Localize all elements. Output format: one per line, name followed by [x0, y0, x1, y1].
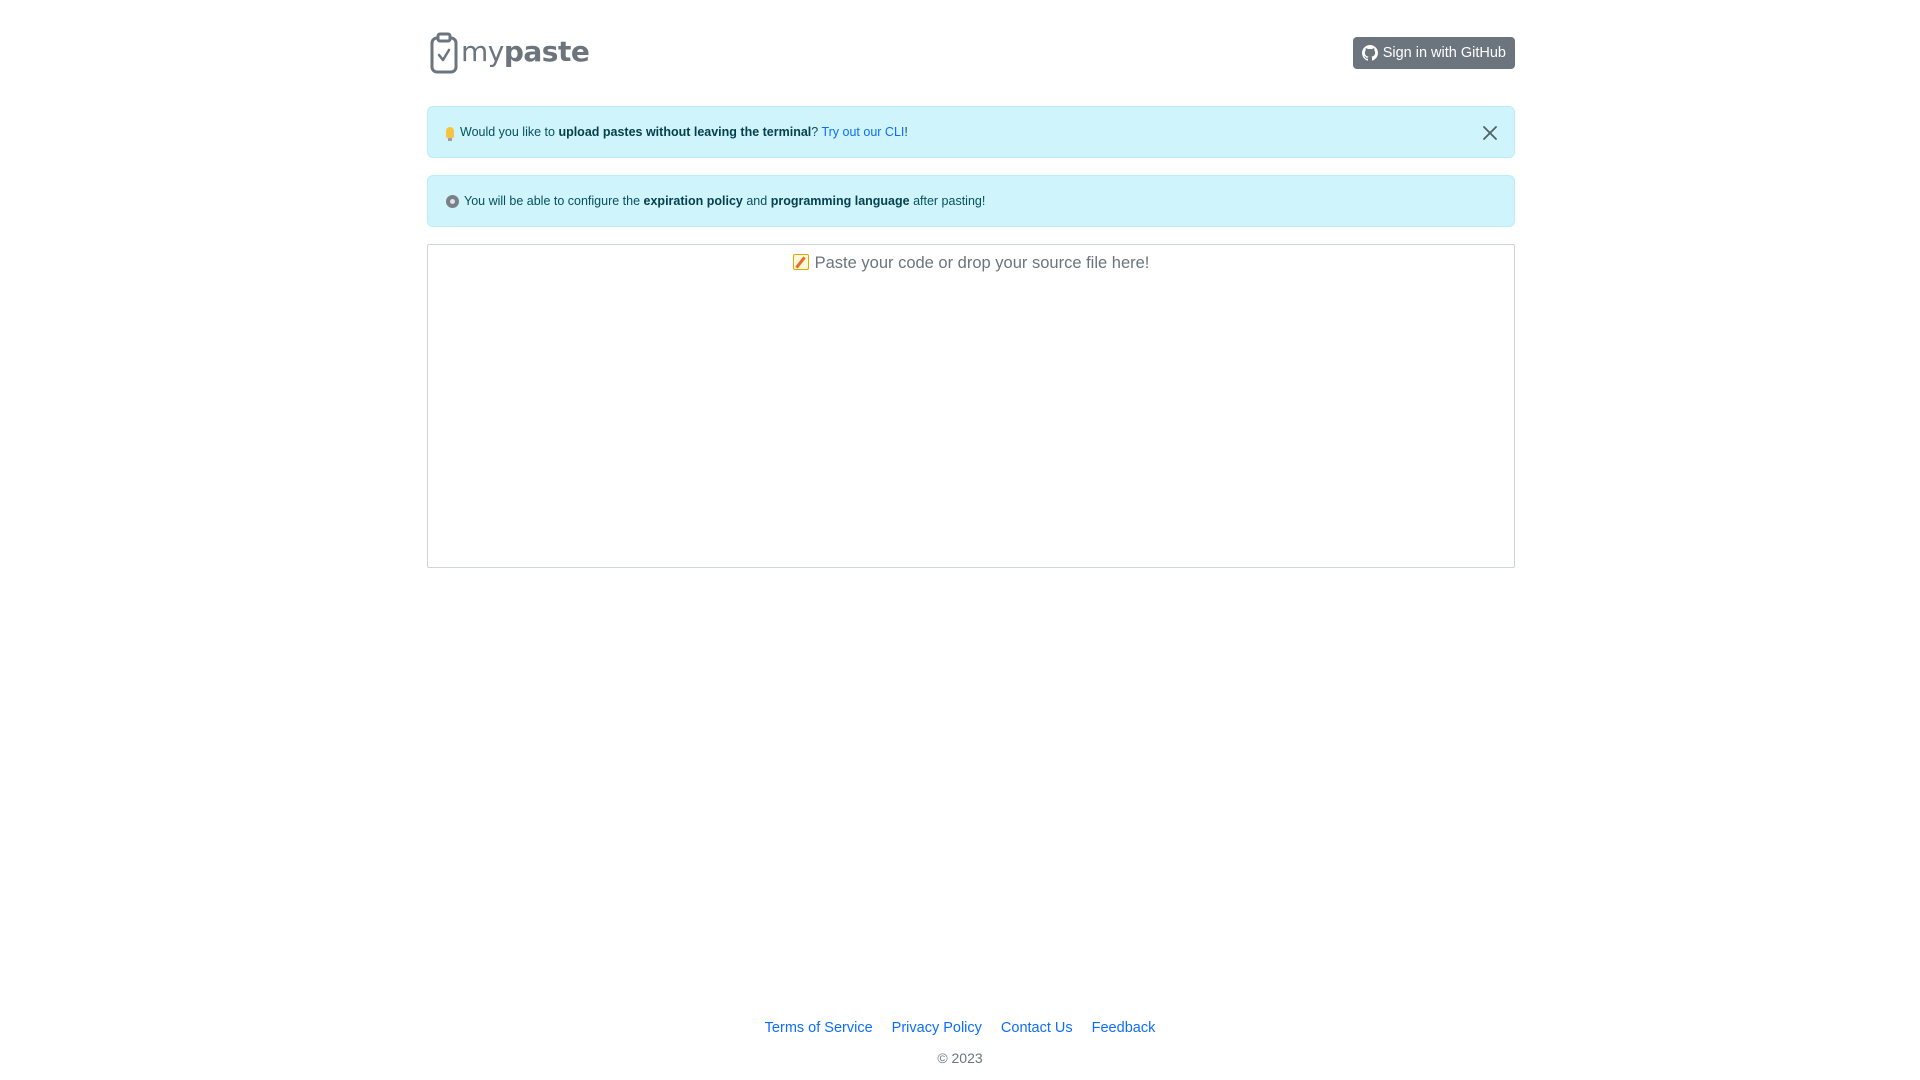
page-container: mypaste Sign in with GitHub Would you li… [427, 0, 1515, 568]
footer-links: Terms of Service Privacy Policy Contact … [0, 1020, 1920, 1036]
info-disc-icon [446, 194, 459, 208]
logo-link[interactable]: mypaste [429, 32, 590, 74]
config-alert-bold-expiration: expiration policy [643, 194, 743, 208]
contact-us-link[interactable]: Contact Us [1001, 1020, 1073, 1036]
close-alert-button[interactable] [1480, 123, 1500, 143]
editor-placeholder-text: Paste your code or drop your source file… [814, 254, 1150, 272]
logo-text-paste: paste [503, 35, 590, 68]
config-alert-text: You will be able to configure the expira… [464, 194, 985, 208]
editor-placeholder: Paste your code or drop your source file… [428, 254, 1514, 273]
cli-alert-text: Would you like to upload pastes without … [460, 125, 908, 139]
cli-alert-text-after: ! [904, 125, 908, 139]
header: mypaste Sign in with GitHub [427, 0, 1515, 106]
footer: Terms of Service Privacy Policy Contact … [0, 1020, 1920, 1066]
sign-in-github-button[interactable]: Sign in with GitHub [1352, 37, 1515, 69]
config-alert-bold-language: programming language [770, 194, 910, 208]
cli-alert-text-before: Would you like to [460, 125, 559, 139]
config-alert-text-mid: and [742, 194, 771, 208]
config-alert: You will be able to configure the expira… [427, 175, 1515, 227]
cli-alert-text-mid: ? [811, 125, 822, 139]
config-alert-text-before: You will be able to configure the [464, 194, 644, 208]
code-editor-dropzone[interactable]: Paste your code or drop your source file… [427, 244, 1515, 568]
privacy-policy-link[interactable]: Privacy Policy [892, 1020, 982, 1036]
sign-in-label: Sign in with GitHub [1382, 45, 1506, 61]
logo-wordmark: mypaste [461, 35, 590, 74]
clipboard-check-icon [430, 32, 458, 74]
cli-alert: Would you like to upload pastes without … [427, 106, 1515, 158]
terms-of-service-link[interactable]: Terms of Service [765, 1020, 873, 1036]
light-bulb-icon [446, 126, 454, 141]
try-cli-link[interactable]: Try out our CLI [821, 125, 904, 139]
copyright: © 2023 [937, 1050, 983, 1066]
config-alert-text-after: after pasting! [909, 194, 986, 208]
github-icon [1361, 45, 1378, 61]
cli-alert-bold: upload pastes without leaving the termin… [558, 125, 812, 139]
feedback-link[interactable]: Feedback [1092, 1020, 1156, 1036]
close-icon [1483, 126, 1497, 140]
logo-text-my: my [461, 35, 504, 68]
memo-icon [792, 254, 809, 270]
